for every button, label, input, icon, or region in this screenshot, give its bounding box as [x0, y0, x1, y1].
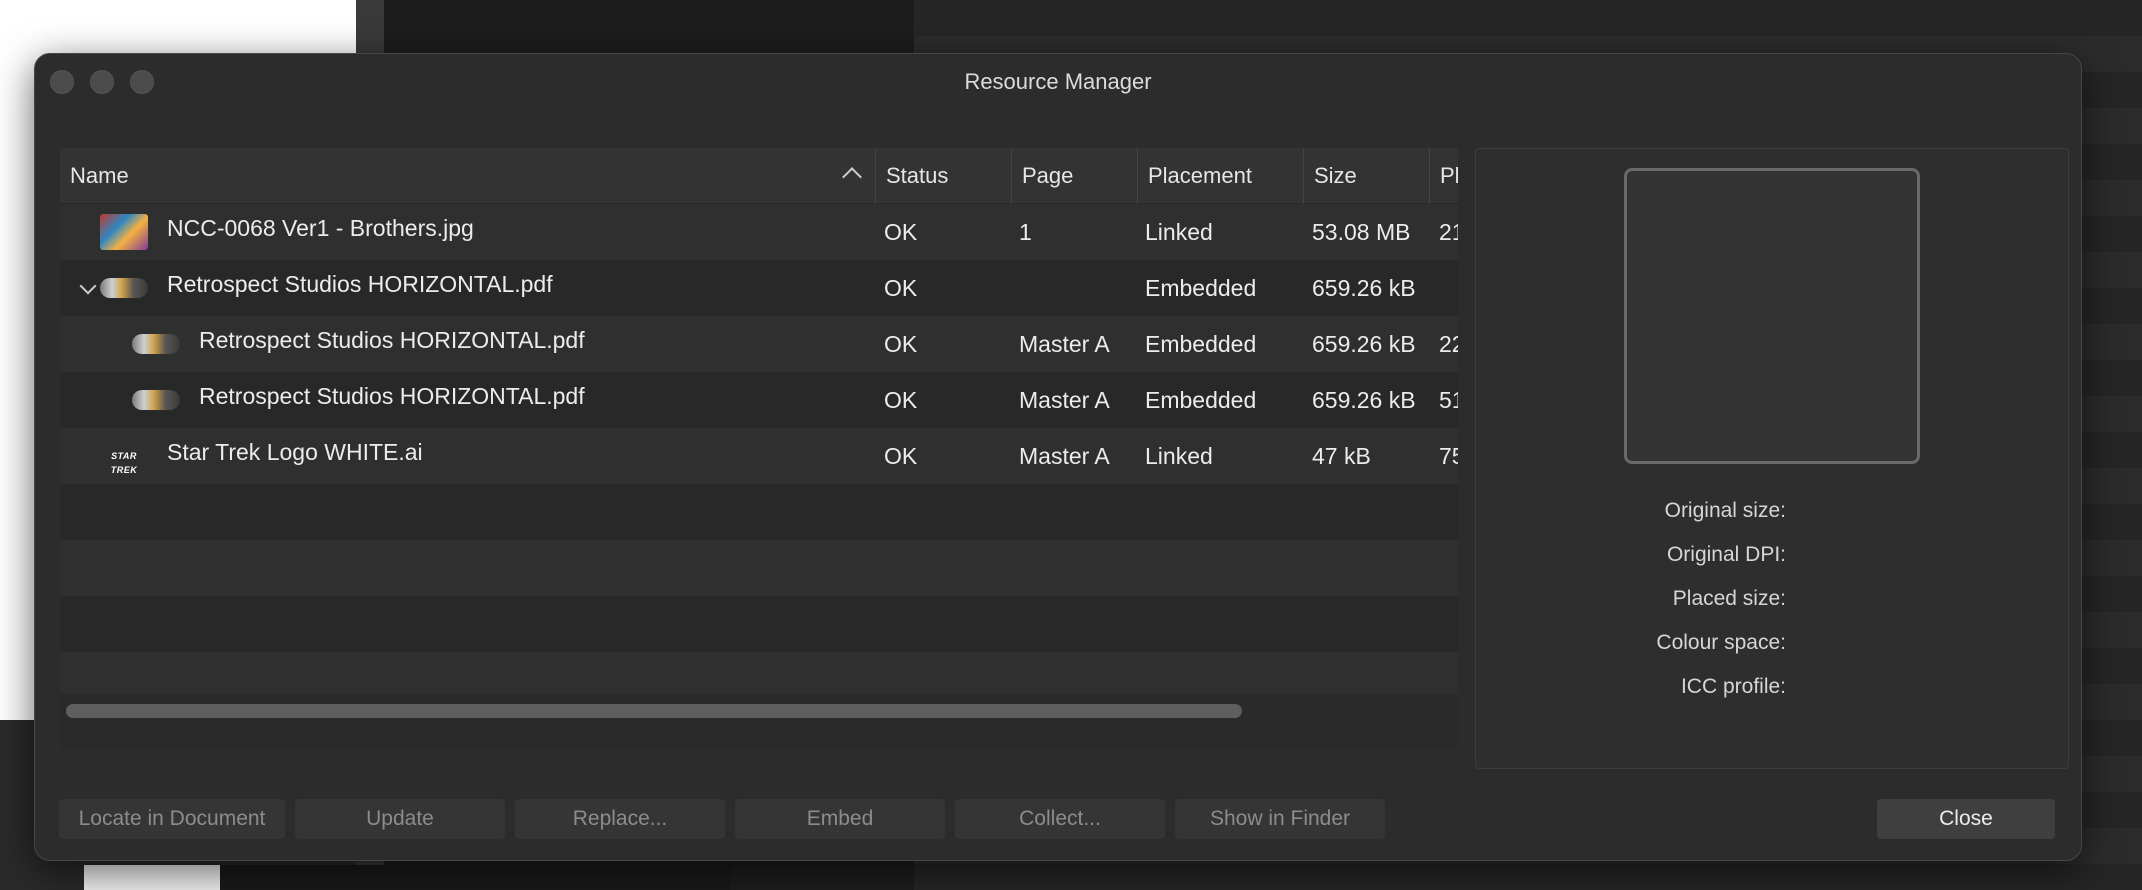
resource-name: Retrospect Studios HORIZONTAL.pdf — [199, 383, 585, 409]
resource-size: 659.26 kB — [1312, 387, 1416, 413]
resource-placed: 22 — [1439, 331, 1458, 357]
logo-thumbnail-icon — [132, 390, 180, 410]
resource-size: 53.08 MB — [1312, 219, 1411, 245]
locate-in-document-button[interactable]: Locate in Document — [59, 799, 285, 839]
resource-page: 1 — [1019, 219, 1032, 245]
table-header: Name Status Page Placement Size Pl — [60, 148, 1458, 204]
original-size-label: Original size: — [1664, 499, 1786, 522]
resource-page: Master A — [1019, 331, 1110, 357]
column-header-name-label: Name — [70, 163, 129, 188]
resource-table[interactable]: Name Status Page Placement Size Pl NCC-0… — [60, 148, 1458, 749]
column-header-placement[interactable]: Placement — [1138, 148, 1304, 204]
sort-ascending-icon — [842, 167, 862, 187]
resource-manager-window: Resource Manager Name Status Page Placem… — [34, 53, 2082, 861]
icc-profile-label: ICC profile: — [1680, 675, 1786, 698]
resource-size: 659.26 kB — [1312, 275, 1416, 301]
resource-name: Retrospect Studios HORIZONTAL.pdf — [199, 327, 585, 353]
star-trek-logo-thumbnail-icon: STAR TREK — [110, 451, 138, 475]
table-row[interactable]: STAR TREK Star Trek Logo WHITE.ai OK Mas… — [60, 428, 1458, 484]
empty-row — [60, 596, 1458, 652]
column-header-status[interactable]: Status — [876, 148, 1012, 204]
original-dpi-label: Original DPI: — [1666, 543, 1786, 566]
update-button[interactable]: Update — [295, 799, 505, 839]
colour-space-label: Colour space: — [1656, 631, 1786, 654]
title-bar[interactable]: Resource Manager — [35, 54, 2081, 110]
resource-status: OK — [884, 219, 918, 245]
collect-button[interactable]: Collect... — [955, 799, 1165, 839]
horizontal-scrollbar-thumb[interactable] — [66, 704, 1242, 718]
resource-placement: Embedded — [1145, 331, 1257, 357]
table-row[interactable]: Retrospect Studios HORIZONTAL.pdf OK Mas… — [60, 316, 1458, 372]
photo-thumbnail-icon — [100, 214, 148, 250]
placed-size-label: Placed size: — [1672, 587, 1786, 610]
column-header-placed[interactable]: Pl — [1430, 148, 1458, 204]
logo-thumbnail-icon — [100, 278, 148, 298]
table-row[interactable]: Retrospect Studios HORIZONTAL.pdf OK Emb… — [60, 260, 1458, 316]
replace-button[interactable]: Replace... — [515, 799, 725, 839]
empty-row — [60, 540, 1458, 596]
resource-status: OK — [884, 387, 918, 413]
column-header-size[interactable]: Size — [1304, 148, 1430, 204]
empty-row — [60, 484, 1458, 540]
column-header-name[interactable]: Name — [60, 148, 876, 204]
resource-preview — [1624, 168, 1920, 464]
resource-size: 47 kB — [1312, 443, 1371, 469]
resource-page: Master A — [1019, 443, 1110, 469]
column-header-page[interactable]: Page — [1012, 148, 1138, 204]
resource-placement: Embedded — [1145, 387, 1257, 413]
resource-status: OK — [884, 443, 918, 469]
resource-placement: Embedded — [1145, 275, 1257, 301]
resource-properties: Original size: Original DPI: Placed size… — [1476, 489, 1786, 709]
resource-status: OK — [884, 331, 918, 357]
disclosure-chevron-down-icon[interactable] — [79, 277, 97, 295]
resource-placement: Linked — [1145, 443, 1213, 469]
background-status-bar — [220, 865, 730, 890]
resource-name: Star Trek Logo WHITE.ai — [167, 439, 423, 465]
table-row[interactable]: NCC-0068 Ver1 - Brothers.jpg OK 1 Linked… — [60, 204, 1458, 260]
show-in-finder-button[interactable]: Show in Finder — [1175, 799, 1385, 839]
table-row[interactable]: Retrospect Studios HORIZONTAL.pdf OK Mas… — [60, 372, 1458, 428]
resource-placed: 21 — [1439, 219, 1458, 245]
close-button[interactable]: Close — [1877, 799, 2055, 839]
window-title: Resource Manager — [964, 69, 1152, 94]
logo-thumbnail-icon — [132, 334, 180, 354]
resource-name: Retrospect Studios HORIZONTAL.pdf — [167, 271, 553, 297]
resource-placed: 75 — [1439, 443, 1458, 469]
resource-page: Master A — [1019, 387, 1110, 413]
resource-placed: 51 — [1439, 387, 1458, 413]
resource-info-panel: Original size: Original DPI: Placed size… — [1475, 148, 2069, 769]
resource-size: 659.26 kB — [1312, 331, 1416, 357]
resource-status: OK — [884, 275, 918, 301]
embed-button[interactable]: Embed — [735, 799, 945, 839]
resource-name: NCC-0068 Ver1 - Brothers.jpg — [167, 215, 474, 241]
resource-placement: Linked — [1145, 219, 1213, 245]
background-canvas-edge — [84, 865, 220, 890]
